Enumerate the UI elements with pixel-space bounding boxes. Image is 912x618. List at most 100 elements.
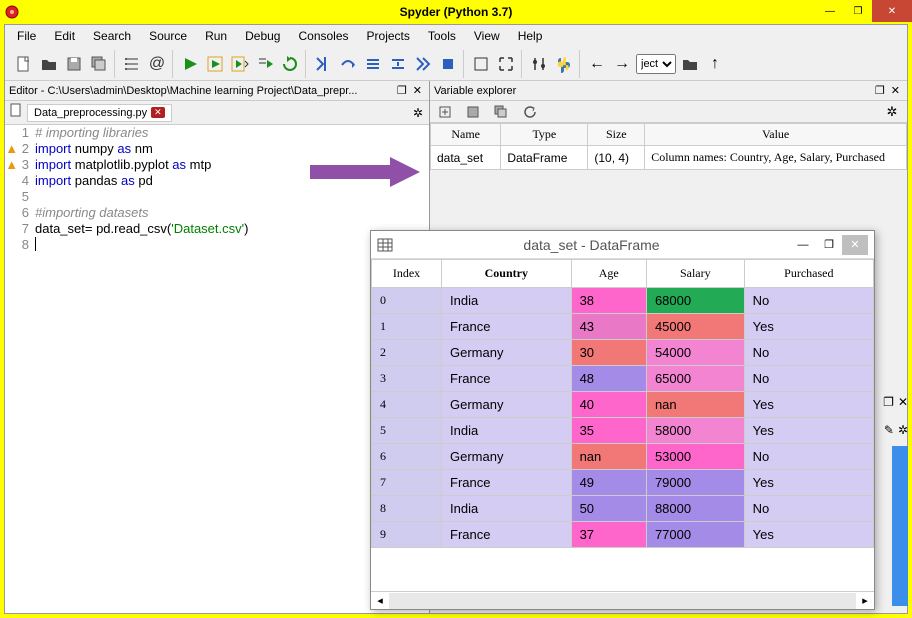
df-cell[interactable]: Yes [744,522,873,548]
df-cell[interactable]: 30 [571,340,646,366]
df-cell[interactable]: India [442,496,572,522]
window-close-button[interactable]: ✕ [872,0,912,22]
df-row[interactable]: 1France4345000Yes [372,314,874,340]
df-cell[interactable]: Yes [744,392,873,418]
df-row[interactable]: 0India3868000No [372,288,874,314]
browse-dir-icon[interactable] [679,53,701,75]
sd-undock-icon[interactable]: ❐ [883,395,894,409]
df-cell[interactable]: 37 [571,522,646,548]
df-cell[interactable]: nan [571,444,646,470]
df-cell[interactable]: 43 [571,314,646,340]
ve-undock-icon[interactable]: ❐ [872,84,888,97]
sd-tool1-icon[interactable]: ✎ [884,423,894,437]
window-minimize-button[interactable]: — [816,0,844,22]
menu-debug[interactable]: Debug [237,27,288,45]
python-path-icon[interactable] [553,53,575,75]
menu-source[interactable]: Source [141,27,195,45]
tab-close-icon[interactable]: ✕ [151,107,165,118]
df-cell[interactable]: France [442,470,572,496]
df-cell[interactable]: 50 [571,496,646,522]
df-close-button[interactable]: ✕ [842,235,868,255]
code-editor[interactable]: 1# importing libraries ▲ 2import numpy a… [5,125,429,613]
df-cell[interactable]: India [442,418,572,444]
df-cell[interactable]: India [442,288,572,314]
df-cell[interactable]: 65000 [646,366,744,392]
df-cell[interactable]: Germany [442,392,572,418]
df-cell[interactable]: 54000 [646,340,744,366]
run-icon[interactable] [179,53,201,75]
rerun-icon[interactable] [279,53,301,75]
new-tab-icon[interactable] [5,103,27,122]
scroll-right-icon[interactable]: ▸ [856,594,874,607]
fullscreen-icon[interactable] [495,53,517,75]
df-cell[interactable]: 38 [571,288,646,314]
df-cell[interactable]: 45000 [646,314,744,340]
df-cell[interactable]: Germany [442,444,572,470]
df-cell[interactable]: No [744,366,873,392]
df-cell[interactable]: 58000 [646,418,744,444]
save-all-icon[interactable] [88,53,110,75]
df-cell[interactable]: 68000 [646,288,744,314]
menu-file[interactable]: File [9,27,44,45]
df-cell[interactable]: Germany [442,340,572,366]
new-file-icon[interactable] [13,53,35,75]
df-minimize-button[interactable]: — [790,235,816,255]
editor-options-icon[interactable]: ✲ [407,106,429,120]
back-icon[interactable]: ← [586,53,608,75]
df-cell[interactable]: 88000 [646,496,744,522]
df-row[interactable]: 4Germany40nanYes [372,392,874,418]
ve-import-icon[interactable] [434,101,456,123]
debug-continue-icon[interactable] [412,53,434,75]
df-cell[interactable]: No [744,496,873,522]
ve-saveas-icon[interactable] [490,101,512,123]
df-cell[interactable]: France [442,366,572,392]
variable-row[interactable]: data_set DataFrame (10, 4) Column names:… [431,146,907,170]
menu-edit[interactable]: Edit [46,27,83,45]
df-cell[interactable]: No [744,340,873,366]
window-maximize-button[interactable]: ❐ [844,0,872,22]
ve-close-icon[interactable]: ✕ [888,84,903,97]
outline-icon[interactable] [121,53,143,75]
menu-run[interactable]: Run [197,27,235,45]
at-icon[interactable]: @ [146,53,168,75]
file-tab[interactable]: Data_preprocessing.py ✕ [27,104,172,122]
df-row[interactable]: 8India5088000No [372,496,874,522]
debug-step-icon[interactable] [312,53,334,75]
menu-view[interactable]: View [466,27,508,45]
sd-close-icon[interactable]: ✕ [898,395,908,409]
debug-stop-icon[interactable] [437,53,459,75]
df-maximize-button[interactable]: ❐ [816,235,842,255]
menu-help[interactable]: Help [510,27,551,45]
ve-options-icon[interactable]: ✲ [881,101,903,123]
menu-consoles[interactable]: Consoles [290,27,356,45]
forward-icon[interactable]: → [611,53,633,75]
scroll-left-icon[interactable]: ◂ [371,594,389,607]
run-selection-icon[interactable] [254,53,276,75]
df-row[interactable]: 3France4865000No [372,366,874,392]
df-cell[interactable]: 40 [571,392,646,418]
ve-save-icon[interactable] [462,101,484,123]
sd-tool2-icon[interactable]: ✲ [898,423,908,437]
ve-refresh-icon[interactable] [518,101,540,123]
df-cell[interactable]: 49 [571,470,646,496]
df-cell[interactable]: 35 [571,418,646,444]
open-file-icon[interactable] [38,53,60,75]
df-header[interactable]: Country [442,260,572,288]
df-row[interactable]: 5India3558000Yes [372,418,874,444]
editor-undock-icon[interactable]: ❐ [394,84,410,97]
side-scrollbar[interactable] [892,446,908,606]
debug-stepover-icon[interactable] [337,53,359,75]
df-cell[interactable]: France [442,314,572,340]
df-cell[interactable]: 53000 [646,444,744,470]
menu-search[interactable]: Search [85,27,139,45]
working-dir-select[interactable]: ject [636,54,676,74]
df-row[interactable]: 2Germany3054000No [372,340,874,366]
preferences-icon[interactable] [528,53,550,75]
debug-stepout-icon[interactable] [387,53,409,75]
debug-stepin-icon[interactable] [362,53,384,75]
df-cell[interactable]: 79000 [646,470,744,496]
df-cell[interactable]: 77000 [646,522,744,548]
df-cell[interactable]: Yes [744,314,873,340]
run-cell-icon[interactable] [204,53,226,75]
df-row[interactable]: 9France3777000Yes [372,522,874,548]
